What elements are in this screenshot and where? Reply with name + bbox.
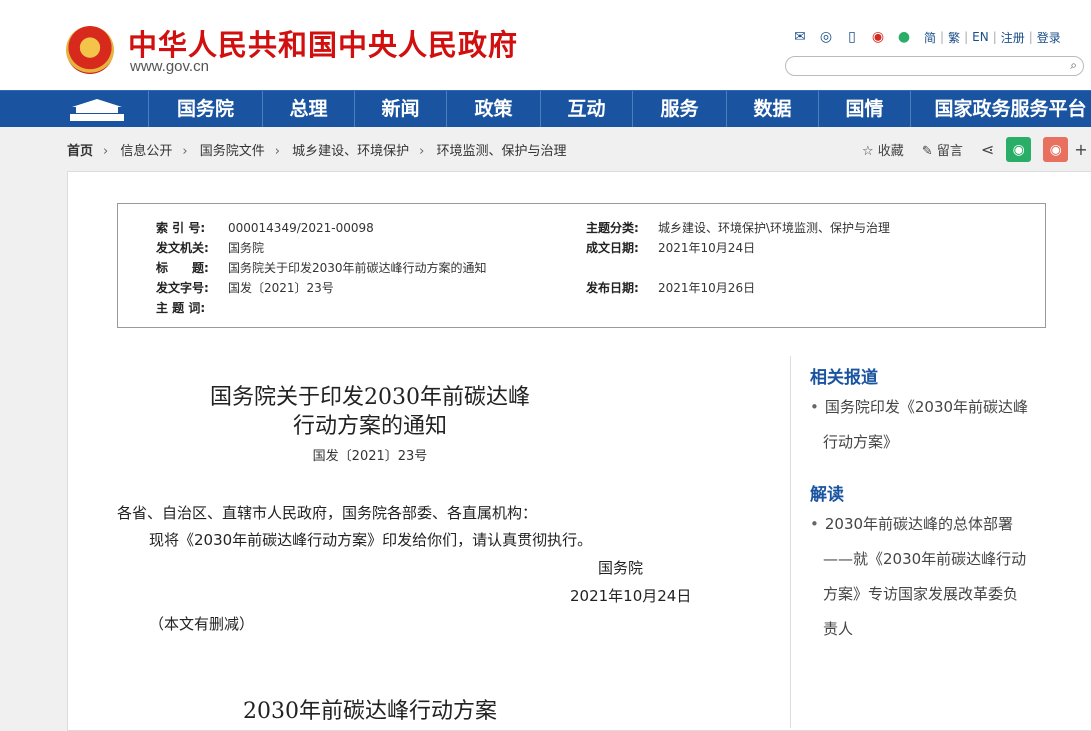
meta-pub-date-label: 发布日期: — [586, 281, 639, 295]
document-title-line-1: 国务院关于印发2030年前碳达峰 — [210, 385, 530, 410]
lang-english[interactable]: EN — [972, 30, 989, 44]
breadcrumb-info-public[interactable]: 信息公开 — [120, 144, 172, 159]
meta-issuer-label: 发文机关: — [156, 241, 209, 255]
related-reports-heading: 相关报道 — [810, 368, 878, 388]
search-input[interactable]: ⌕ — [785, 56, 1084, 76]
meta-date-made-label: 成文日期: — [586, 241, 639, 255]
meta-date-made-value: 2021年10月24日 — [658, 241, 756, 255]
interpretation-line-2: ——就《2030年前碳达峰行动 — [823, 550, 1027, 568]
nav-national-info[interactable]: 国情 — [818, 91, 910, 127]
meta-title-label: 标 题: — [156, 261, 209, 275]
share-bar: ☆ 收藏 ✎ 留言 ⋖ ◉ ◉ + — [862, 137, 1088, 162]
meta-index-value: 000014349/2021-00098 — [228, 221, 374, 235]
breadcrumb: 首页 › 信息公开 › 国务院文件 › 城乡建设、环境保护 › 环境监测、保护与治理 — [67, 144, 567, 159]
breadcrumb-environment-monitoring[interactable]: 环境监测、保护与治理 — [436, 144, 566, 159]
nav-gov-services-platform[interactable]: 国家政务服务平台 — [910, 91, 1091, 127]
login-link[interactable]: 登录 — [1037, 29, 1061, 46]
more-share-icon[interactable]: + — [1074, 140, 1087, 159]
meta-issuer-value: 国务院 — [228, 241, 265, 255]
related-report-line-2: 行动方案》 — [823, 433, 899, 451]
breadcrumb-state-council-docs[interactable]: 国务院文件 — [200, 144, 265, 159]
nav-state-council[interactable]: 国务院 — [148, 91, 262, 127]
comment-label: 留言 — [936, 144, 963, 159]
meta-category-value: 城乡建设、环境保护\环境监测、保护与治理 — [658, 221, 891, 235]
plan-title: 2030年前碳达峰行动方案 — [243, 699, 497, 724]
document-title-line-2: 行动方案的通知 — [292, 414, 447, 439]
comment-button[interactable]: ✎ 留言 — [922, 140, 963, 159]
signature-date: 2021年10月24日 — [570, 587, 692, 605]
related-report-link[interactable]: • 国务院印发《2030年前碳达峰 行动方案》 — [810, 390, 1050, 460]
interpretation-line-4: 责人 — [823, 620, 854, 638]
weibo-icon[interactable]: ◉ — [868, 28, 888, 46]
abridged-note: （本文有删减） — [149, 615, 255, 633]
tiananmen-logo-icon[interactable] — [66, 96, 128, 123]
related-report-line-1: 国务院印发《2030年前碳达峰 — [824, 398, 1029, 416]
mail-icon[interactable]: ✉ — [790, 28, 810, 46]
bullet-icon: • — [810, 398, 819, 416]
breadcrumb-home[interactable]: 首页 — [67, 144, 93, 159]
national-emblem-icon — [66, 26, 114, 74]
meta-doc-num-value: 国发〔2021〕23号 — [228, 281, 334, 295]
lang-simplified[interactable]: 简 — [924, 29, 936, 46]
wechat-share-icon[interactable]: ◉ — [1006, 137, 1032, 162]
meta-title-value: 国务院关于印发2030年前碳达峰行动方案的通知 — [228, 261, 487, 275]
meta-keywords-label: 主 题 词: — [156, 301, 206, 315]
wechat-icon[interactable]: ● — [894, 28, 914, 46]
nav-data[interactable]: 数据 — [726, 91, 818, 127]
document-meta-table: 索 引 号: 000014349/2021-00098 主题分类: 城乡建设、环境保… — [117, 203, 1046, 328]
document-number: 国发〔2021〕23号 — [312, 449, 428, 464]
salutation: 各省、自治区、直辖市人民政府，国务院各部委、各直属机构： — [117, 504, 538, 522]
mobile-icon[interactable]: ▯ — [842, 28, 862, 46]
breadcrumb-urban-environment[interactable]: 城乡建设、环境保护 — [292, 144, 409, 159]
star-icon: ☆ — [862, 144, 874, 159]
search-icon[interactable]: ⌕ — [1070, 58, 1077, 73]
site-header: 中华人民共和国中央人民政府 www.gov.cn ✉ ◎ ▯ ◉ ● 简 | 繁 |… — [0, 0, 1091, 90]
document-title: 国务院关于印发2030年前碳达峰 行动方案的通知 — [200, 383, 540, 441]
share-icon[interactable]: ⋖ — [981, 140, 994, 159]
body-paragraph: 现将《2030年前碳达峰行动方案》印发给你们，请认真贯彻执行。 — [149, 531, 593, 549]
register-link[interactable]: 注册 — [1001, 29, 1025, 46]
comment-icon[interactable]: ◎ — [816, 28, 836, 46]
meta-doc-num-label: 发文字号: — [156, 281, 209, 295]
nav-interaction[interactable]: 互动 — [540, 91, 632, 127]
interpretation-heading: 解读 — [810, 485, 844, 505]
meta-category-label: 主题分类: — [586, 221, 639, 235]
meta-index-label: 索 引 号: — [156, 221, 206, 235]
sidebar-divider — [790, 356, 791, 728]
interpretation-line-3: 方案》专访国家发展改革委负 — [823, 585, 1019, 603]
interpretation-line-1: 2030年前碳达峰的总体部署 — [824, 515, 1014, 533]
meta-pub-date-value: 2021年10月26日 — [658, 281, 756, 295]
nav-policy[interactable]: 政策 — [446, 91, 540, 127]
nav-services[interactable]: 服务 — [632, 91, 726, 127]
nav-news[interactable]: 新闻 — [354, 91, 446, 127]
interpretation-link[interactable]: • 2030年前碳达峰的总体部署 ——就《2030年前碳达峰行动 方案》专访国家发… — [810, 507, 1050, 647]
favorite-label: 收藏 — [877, 144, 904, 159]
main-nav: 国务院 总理 新闻 政策 互动 服务 数据 国情 国家政务服务平台 — [0, 90, 1091, 127]
header-tools: ✉ ◎ ▯ ◉ ● 简 | 繁 | EN | 注册 | 登录 — [790, 28, 1065, 46]
site-domain: www.gov.cn — [130, 58, 209, 75]
favorite-button[interactable]: ☆ 收藏 — [862, 140, 904, 159]
lang-traditional[interactable]: 繁 — [948, 29, 960, 46]
weibo-share-icon[interactable]: ◉ — [1043, 137, 1069, 162]
bullet-icon: • — [810, 515, 819, 533]
signature: 国务院 — [598, 559, 644, 577]
nav-premier[interactable]: 总理 — [262, 91, 354, 127]
pen-icon: ✎ — [921, 144, 933, 159]
